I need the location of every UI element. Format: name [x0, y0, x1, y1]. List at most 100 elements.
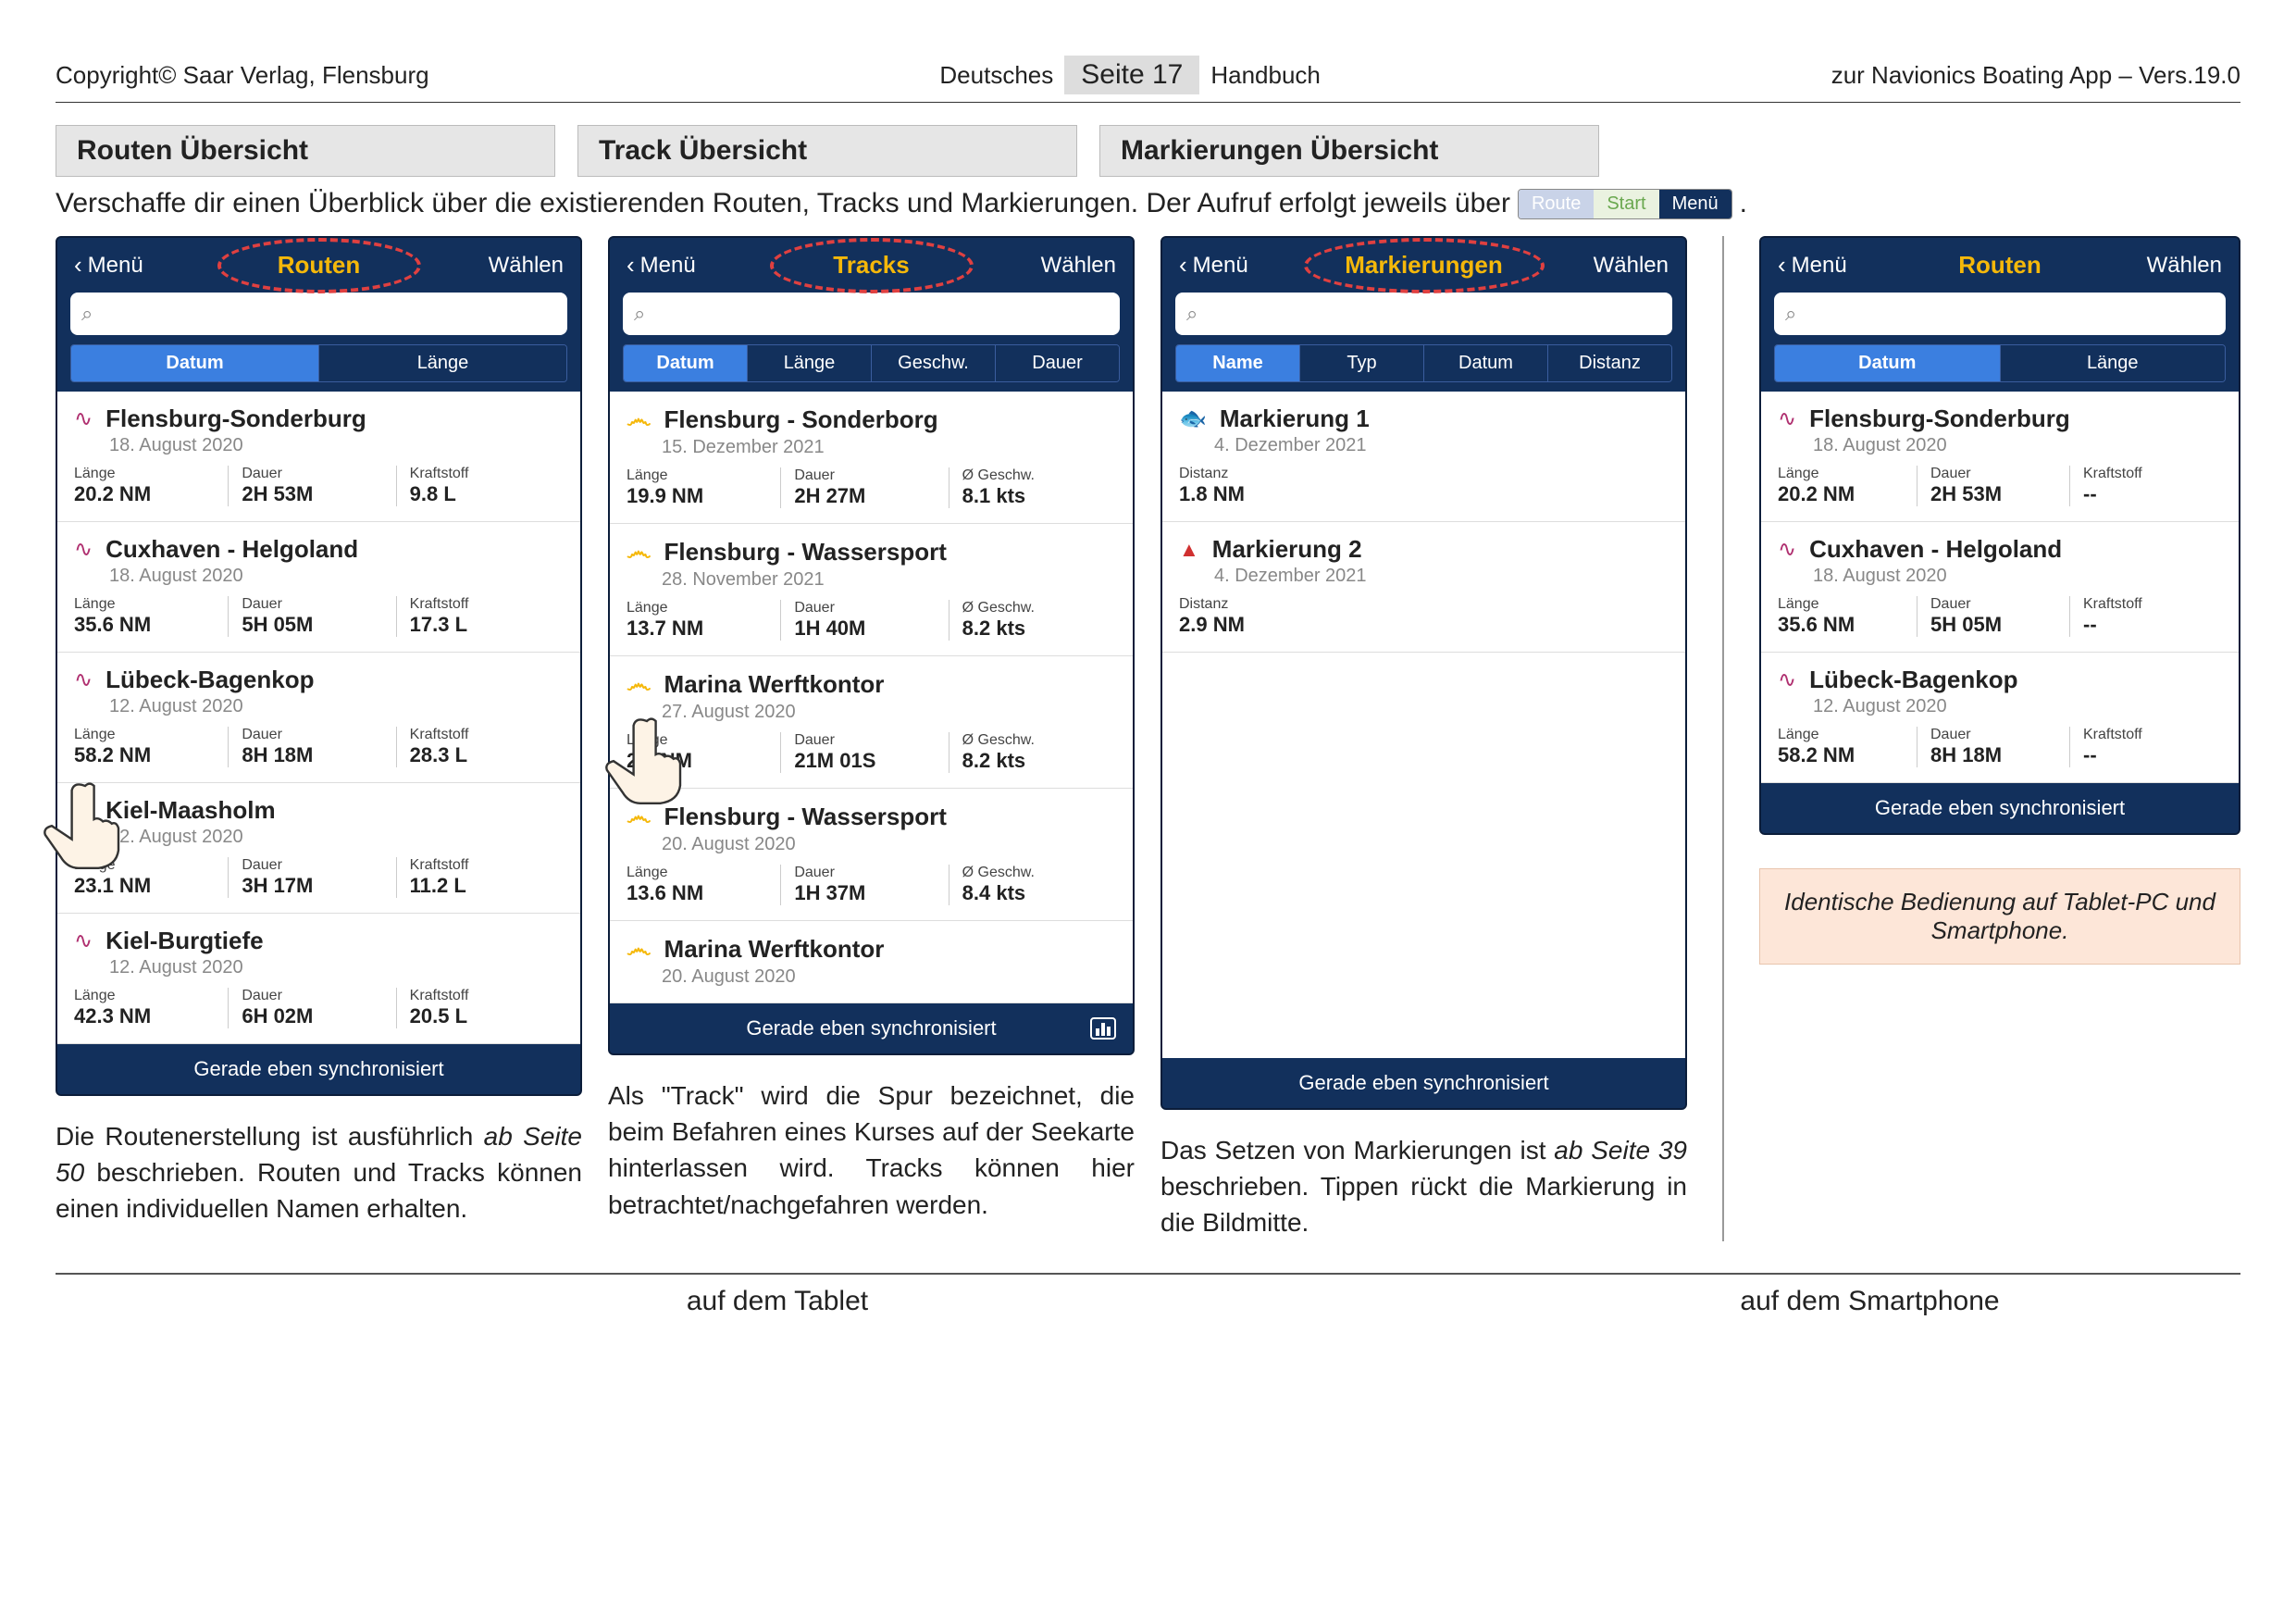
sort-typ[interactable]: Typ [1299, 345, 1423, 381]
stat-label: Kraftstoff [410, 988, 564, 1004]
sort-datum[interactable]: Datum [71, 345, 318, 381]
fish-icon: 🐟 [1179, 405, 1207, 432]
item-date: 12. August 2020 [109, 827, 564, 848]
phone-marks-top: ‹Menü Markierungen Wählen [1162, 238, 1685, 293]
item-name: Cuxhaven - Helgoland [105, 535, 358, 564]
inline-btn-route[interactable]: Route [1519, 190, 1594, 218]
track-icon: ෴ [627, 802, 652, 832]
phone-tracks: ‹Menü Tracks Wählen ⌕ Datum Länge Geschw… [608, 236, 1135, 1055]
list-item[interactable]: ∿Lübeck-Bagenkop 12. August 2020 Länge58… [57, 653, 580, 783]
back-button[interactable]: ‹Menü [74, 251, 143, 280]
select-button[interactable]: Wählen [1041, 253, 1116, 279]
intro-text: Verschaffe dir einen Überblick über die … [56, 188, 1510, 219]
stat-label: Kraftstoff [410, 727, 564, 743]
sort-dauer[interactable]: Dauer [995, 345, 1119, 381]
sort-name[interactable]: Name [1176, 345, 1299, 381]
item-date: 12. August 2020 [109, 957, 564, 978]
stat-label: Dauer [242, 466, 395, 482]
stat-value: 11.2 L [410, 874, 564, 898]
stat-value: 28.3 L [410, 743, 564, 767]
list-item[interactable]: ▲Markierung 2 4. Dezember 2021 Distanz2.… [1162, 522, 1685, 653]
item-name: Kiel-Burgtiefe [105, 927, 263, 955]
stat-value: -- [2083, 613, 2222, 637]
list-item[interactable]: ෴Marina Werftkontor 20. August 2020 [610, 921, 1133, 1003]
select-button[interactable]: Wählen [489, 253, 564, 279]
item-name: Flensburg-Sonderburg [1809, 405, 2070, 433]
back-button[interactable]: ‹Menü [1778, 251, 1847, 280]
stat-label: Kraftstoff [410, 466, 564, 482]
list-item[interactable]: ∿Cuxhaven - Helgoland 18. August 2020 Lä… [1761, 522, 2239, 653]
item-name: Flensburg - Wassersport [664, 803, 947, 831]
item-date: 4. Dezember 2021 [1214, 435, 1669, 456]
list-item[interactable]: ∿Lübeck-Bagenkop 12. August 2020 Länge58… [1761, 653, 2239, 783]
item-date: 20. August 2020 [662, 834, 1116, 855]
list-item[interactable]: ∿Kiel-Burgtiefe 12. August 2020 Länge42.… [57, 914, 580, 1044]
sort-datum[interactable]: Datum [1423, 345, 1547, 381]
phone-smartphone-top: ‹Menü Routen Wählen [1761, 238, 2239, 293]
back-button[interactable]: ‹Menü [1179, 251, 1248, 280]
track-icon: ෴ [627, 669, 652, 700]
sort-distanz[interactable]: Distanz [1547, 345, 1671, 381]
stat-label: Dauer [1930, 466, 2069, 482]
stat-label: Länge [74, 596, 228, 613]
phone-marks: ‹Menü Markierungen Wählen ⌕ Name Typ Dat… [1160, 236, 1687, 1110]
back-button[interactable]: ‹Menü [627, 251, 696, 280]
list-item[interactable]: ෴ Flensburg - Wassersport 20. August 2020… [610, 789, 1133, 921]
intro-period: . [1740, 188, 1747, 219]
sort-geschw[interactable]: Geschw. [871, 345, 995, 381]
route-icon: ∿ [74, 405, 93, 432]
list-item[interactable]: ෴Flensburg - Sonderborg 15. Dezember 202… [610, 392, 1133, 524]
sort-laenge[interactable]: Länge [318, 345, 566, 381]
stat-label: Kraftstoff [2083, 466, 2222, 482]
sort-laenge[interactable]: Länge [2000, 345, 2226, 381]
list-item[interactable]: ∿Flensburg-Sonderburg 18. August 2020 Lä… [57, 392, 580, 522]
col-tracks: ‹Menü Tracks Wählen ⌕ Datum Länge Geschw… [608, 236, 1135, 1223]
stat-label: Dauer [242, 857, 395, 874]
select-button[interactable]: Wählen [2147, 253, 2222, 279]
route-icon: ∿ [74, 536, 93, 563]
list-item[interactable]: 🐟Markierung 1 4. Dezember 2021 Distanz1.… [1162, 392, 1685, 522]
item-name: Kiel-Maasholm [105, 796, 276, 825]
list-item[interactable]: ∿Kiel-Maasholm 12. August 2020 Länge23.1… [57, 783, 580, 914]
list-item[interactable]: ෴Flensburg - Wassersport 28. November 20… [610, 524, 1133, 656]
stats-icon[interactable] [1090, 1017, 1116, 1040]
stat-value: 5H 05M [1930, 613, 2069, 637]
item-date: 18. August 2020 [1813, 566, 2222, 587]
inline-btn-menu[interactable]: Menü [1659, 190, 1731, 218]
sort-laenge[interactable]: Länge [747, 345, 871, 381]
route-icon: ∿ [1778, 666, 1796, 693]
col-smartphone: ‹Menü Routen Wählen ⌕ Datum Länge ∿Flens… [1759, 236, 2240, 965]
search-input[interactable]: ⌕ [1175, 293, 1672, 335]
select-button[interactable]: Wählen [1594, 253, 1669, 279]
list-item[interactable]: ෴Marina Werftkontor 27. August 2020 Läng… [610, 656, 1133, 789]
phone-title-routes: Routen [278, 251, 361, 280]
track-icon: ෴ [627, 934, 652, 965]
stat-label: Länge [74, 727, 228, 743]
stat-value: 6H 02M [242, 1004, 395, 1028]
track-icon: ෴ [627, 537, 652, 567]
sync-footer: Gerade eben synchronisiert [610, 1003, 1133, 1053]
col-marks: ‹Menü Markierungen Wählen ⌕ Name Typ Dat… [1160, 236, 1687, 1241]
tracks-list: ෴ Flensburg - Sonderborg 15. Dezember 202… [610, 392, 1133, 1003]
inline-btn-start[interactable]: Start [1594, 190, 1658, 218]
list-item[interactable]: ∿Cuxhaven - Helgoland 18. August 2020 Lä… [57, 522, 580, 653]
search-input[interactable]: ⌕ [1774, 293, 2226, 335]
item-date: 15. Dezember 2021 [662, 437, 1116, 458]
list-item[interactable]: ∿Flensburg-Sonderburg 18. August 2020 Lä… [1761, 392, 2239, 522]
stat-label: Kraftstoff [410, 857, 564, 874]
item-name: Flensburg - Sonderborg [664, 405, 938, 434]
sort-datum[interactable]: Datum [624, 345, 747, 381]
search-icon: ⌕ [634, 302, 645, 326]
search-input[interactable]: ⌕ [623, 293, 1120, 335]
item-date: 12. August 2020 [1813, 696, 2222, 717]
item-name: Flensburg - Wassersport [664, 538, 947, 567]
header-center: Deutsches Seite 17 Handbuch [939, 56, 1320, 94]
phone-title-smartphone: Routen [1958, 251, 2042, 280]
stat-label: Dauer [1930, 596, 2069, 613]
stat-label: Kraftstoff [410, 596, 564, 613]
search-input[interactable]: ⌕ [70, 293, 567, 335]
sort-datum[interactable]: Datum [1775, 345, 2000, 381]
item-date: 12. August 2020 [109, 696, 564, 717]
route-icon: ∿ [74, 928, 93, 954]
bottom-label-tablet: auf dem Tablet [56, 1275, 1499, 1317]
